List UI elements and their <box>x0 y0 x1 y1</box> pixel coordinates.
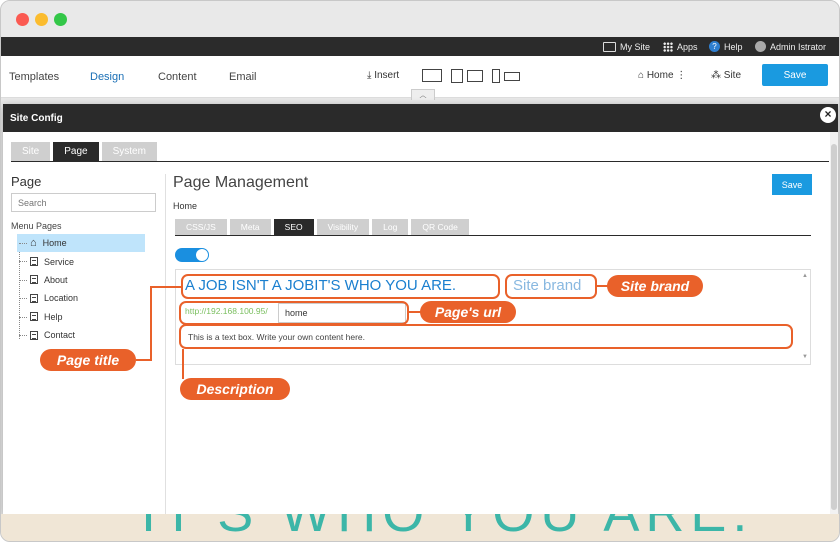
sub-tabs-underline <box>175 235 811 236</box>
page-icon <box>30 275 38 285</box>
download-icon: ⤓ <box>367 70 372 81</box>
tab-design[interactable]: Design <box>90 71 124 83</box>
house-icon: ⌂ <box>30 237 37 250</box>
tab-meta[interactable]: Meta <box>229 219 271 235</box>
site-brand-annotation: Site brand <box>607 275 703 297</box>
search-input[interactable] <box>11 193 156 212</box>
page-title-annotation: Page title <box>40 349 136 371</box>
page-icon <box>30 293 38 303</box>
tree-item-service[interactable]: Service <box>17 252 145 270</box>
house-icon: ⌂ <box>638 70 645 81</box>
scroll-up-icon[interactable]: ▲ <box>802 273 808 279</box>
page-title-connector-v <box>150 286 152 361</box>
mobile-view-icon[interactable] <box>492 69 500 83</box>
seo-toggle[interactable] <box>175 248 209 262</box>
apps-link[interactable]: Apps <box>663 40 698 53</box>
window-titlebar <box>1 1 839 37</box>
admin-bar: My Site Apps ? Help Admin Istrator <box>1 37 839 56</box>
avatar <box>755 41 766 52</box>
chevron-up-icon[interactable]: ︿ <box>411 89 435 100</box>
tree-item-contact[interactable]: Contact <box>17 326 145 344</box>
save-button[interactable]: Save <box>762 64 828 86</box>
description-connector <box>182 349 184 379</box>
tablet-view-icon[interactable] <box>451 69 463 83</box>
page-save-button[interactable]: Save <box>772 174 812 195</box>
page-title-connector-h2 <box>136 359 152 361</box>
tab-templates[interactable]: Templates <box>9 71 59 83</box>
monitor-icon <box>603 41 616 52</box>
desktop-view-icon[interactable] <box>422 69 442 82</box>
user-menu[interactable]: Admin Istrator <box>755 40 826 53</box>
tree-item-help[interactable]: Help <box>17 308 145 326</box>
background-page-preview: IT'S WHO YOU ARE. <box>1 514 839 541</box>
config-tabs: Site Page System <box>11 142 157 161</box>
tablet-landscape-view-icon[interactable] <box>467 70 483 82</box>
help-icon: ? <box>709 41 720 52</box>
tree-item-home[interactable]: ⌂ Home <box>17 234 145 253</box>
sidebar-title: Page <box>11 174 42 189</box>
apps-grid-icon <box>663 41 673 52</box>
scrollbar-thumb[interactable] <box>831 144 837 510</box>
scroll-down-icon[interactable]: ▼ <box>802 354 808 360</box>
breadcrumb: Home <box>173 201 198 211</box>
tab-page[interactable]: Page <box>53 142 99 161</box>
page-title-highlight <box>181 274 500 299</box>
my-site-link[interactable]: My Site <box>603 40 650 53</box>
sitemap-icon: ⁂ <box>711 70 721 81</box>
page-sub-tabs: CSS/JS Meta SEO Visibility Log QR Code <box>175 219 469 235</box>
tree-item-about[interactable]: About <box>17 271 145 289</box>
background-headline: IT'S WHO YOU ARE. <box>141 514 753 541</box>
maximize-window-icon[interactable] <box>54 13 67 26</box>
page-url-annotation: Page's url <box>420 301 516 323</box>
insert-button[interactable]: ⤓ Insert <box>367 70 399 81</box>
tab-log[interactable]: Log <box>372 219 409 235</box>
page-icon <box>30 257 38 267</box>
page-title-connector-h1 <box>150 286 182 288</box>
description-annotation: Description <box>180 378 290 400</box>
tree-item-location[interactable]: Location <box>17 289 145 307</box>
tab-css-js[interactable]: CSS/JS <box>175 219 227 235</box>
close-window-icon[interactable] <box>16 13 29 26</box>
site-menu[interactable]: ⁂ Site <box>711 70 741 81</box>
page-icon <box>30 330 38 340</box>
home-page-selector[interactable]: ⌂ Home ⋮ <box>638 70 686 81</box>
page-icon <box>30 312 38 322</box>
more-vertical-icon: ⋮ <box>676 70 687 81</box>
site-brand-highlight <box>505 274 597 299</box>
sidebar-divider <box>165 174 166 514</box>
tab-system[interactable]: System <box>101 142 157 161</box>
tab-site[interactable]: Site <box>11 142 51 161</box>
page-url-highlight <box>179 301 409 325</box>
page-tree: ⌂ Home Service About Location Help Conta… <box>17 234 145 344</box>
tab-email[interactable]: Email <box>229 71 257 83</box>
tabs-underline <box>11 161 829 162</box>
browser-window: My Site Apps ? Help Admin Istrator Templ… <box>0 0 840 542</box>
tab-qr-code[interactable]: QR Code <box>411 219 469 235</box>
tab-seo[interactable]: SEO <box>273 219 314 235</box>
menu-pages-label: Menu Pages <box>11 221 62 231</box>
minimize-window-icon[interactable] <box>35 13 48 26</box>
mobile-landscape-view-icon[interactable] <box>504 72 520 81</box>
help-link[interactable]: ? Help <box>709 40 743 53</box>
tab-visibility[interactable]: Visibility <box>316 219 370 235</box>
close-icon[interactable]: × <box>820 107 836 123</box>
page-management-title: Page Management <box>173 174 309 191</box>
description-highlight <box>179 324 793 349</box>
tab-content[interactable]: Content <box>158 71 197 83</box>
modal-title: Site Config <box>3 104 838 132</box>
